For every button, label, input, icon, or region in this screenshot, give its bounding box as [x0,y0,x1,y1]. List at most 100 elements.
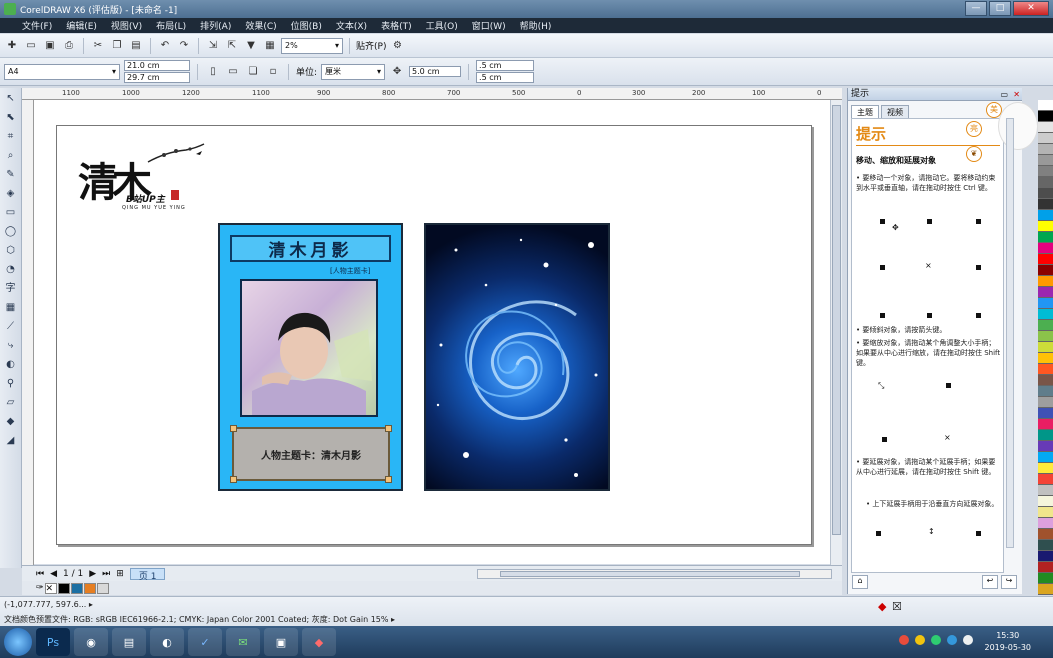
palette-swatch[interactable] [1038,529,1053,540]
qingmu-logo[interactable]: 清木 B站UP主 QING MU YUE YING [76,142,211,217]
menu-window[interactable]: 窗口(W) [472,19,506,32]
chrome-icon[interactable]: ◉ [74,628,108,656]
table-tool-icon[interactable]: ▦ [3,300,19,316]
freehand-tool-icon[interactable]: ✎ [3,167,19,183]
vertical-scroll-thumb[interactable] [832,105,841,535]
connector-tool-icon[interactable]: ⤷ [3,338,19,354]
horizontal-scroll-thumb[interactable] [500,571,800,577]
duplicate-y-field[interactable]: .5 cm [476,72,535,83]
docker-home-icon[interactable]: ⌂ [852,575,868,589]
menu-table[interactable]: 表格(T) [381,19,412,32]
swatch-black[interactable] [57,582,70,594]
menu-edit[interactable]: 编辑(E) [66,19,97,32]
palette-swatch[interactable] [1038,298,1053,309]
open-icon[interactable]: ▭ [23,38,39,54]
app-icon-7[interactable]: ▣ [264,628,298,656]
palette-swatch[interactable] [1038,199,1053,210]
palette-swatch[interactable] [1038,265,1053,276]
tab-videos[interactable]: 视频 [881,105,909,119]
portrait-icon[interactable]: ▯ [205,64,221,80]
palette-swatch[interactable] [1038,122,1053,133]
palette-swatch[interactable] [1038,166,1053,177]
next-page-icon[interactable]: ▶ [89,569,96,579]
fill-indicator-icon[interactable]: ◆ [878,600,886,613]
docker-forward-icon[interactable]: ↪ [1001,575,1017,589]
menu-tools[interactable]: 工具(O) [426,19,458,32]
maximize-button[interactable]: □ [989,1,1011,16]
dimension-tool-icon[interactable]: ⟋ [3,319,19,335]
outline-indicator-icon[interactable]: ☒ [892,600,902,613]
export-icon[interactable]: ⇱ [224,38,240,54]
shape-tool-icon[interactable]: ⬉ [3,110,19,126]
docker-close-icon[interactable]: ✕ [1013,88,1020,101]
vscode-icon[interactable]: ✓ [188,628,222,656]
palette-swatch[interactable] [1038,342,1053,353]
page-tab-1[interactable]: 页 1 [129,567,166,582]
paste-icon[interactable]: ▤ [128,38,144,54]
tray-icon-2[interactable] [915,635,925,645]
page-height-field[interactable]: 29.7 cm [124,72,190,83]
palette-swatch[interactable] [1038,430,1053,441]
menu-effects[interactable]: 效果(C) [245,19,276,32]
palette-swatch[interactable] [1038,232,1053,243]
docker-back-icon[interactable]: ↩ [982,575,998,589]
palette-swatch[interactable] [1038,221,1053,232]
palette-swatch[interactable] [1038,309,1053,320]
options-icon[interactable]: ⚙ [389,38,405,54]
close-button[interactable]: ✕ [1013,1,1049,16]
palette-swatch[interactable] [1038,419,1053,430]
menu-bitmaps[interactable]: 位图(B) [291,19,322,32]
volume-icon[interactable] [963,635,973,645]
last-page-icon[interactable]: ⏭ [102,569,110,579]
unit-select[interactable]: 厘米 ▾ [321,63,386,80]
landscape-icon[interactable]: ▭ [225,64,241,80]
galaxy-card[interactable] [424,223,610,491]
crop-tool-icon[interactable]: ⌗ [3,129,19,145]
app-launcher-icon[interactable]: ▦ [262,38,278,54]
palette-swatch[interactable] [1038,540,1053,551]
palette-swatch[interactable] [1038,364,1053,375]
palette-swatch[interactable] [1038,210,1053,221]
page-size-select[interactable]: A4 ▾ [4,63,120,80]
eyedropper-tool-icon[interactable]: ⚲ [3,376,19,392]
palette-swatch[interactable] [1038,287,1053,298]
palette-swatch[interactable] [1038,331,1053,342]
color-profile-info[interactable]: 文档颜色预置文件: RGB: sRGB IEC61966-2.1; CMYK: … [4,614,395,625]
menu-help[interactable]: 帮助(H) [520,19,552,32]
first-page-icon[interactable]: ⏮ [36,569,44,579]
vertical-scrollbar[interactable] [830,100,842,565]
palette-swatch[interactable] [1038,463,1053,474]
palette-swatch[interactable] [1038,188,1053,199]
copy-icon[interactable]: ❐ [109,38,125,54]
cut-icon[interactable]: ✂ [90,38,106,54]
character-card[interactable]: 清木月影 [人物主题卡] 人物主题卡：清木月影 [218,223,403,491]
menu-arrange[interactable]: 排列(A) [200,19,231,32]
polygon-tool-icon[interactable]: ⬡ [3,243,19,259]
pick-tool-icon[interactable]: ↖ [3,91,19,107]
undo-icon[interactable]: ↶ [157,38,173,54]
horizontal-ruler[interactable]: 1100 1000 1200 1100 900 800 700 500 0 30… [22,88,842,100]
tab-topics[interactable]: 主题 [851,105,879,119]
palette-swatch[interactable] [1038,133,1053,144]
wechat-icon[interactable]: ✉ [226,628,260,656]
eyedropper-icon[interactable]: ✑ [36,583,44,593]
text-tool-icon[interactable]: 字 [3,281,19,297]
coreldraw-taskbar-icon[interactable]: ◆ [302,628,336,656]
palette-swatch[interactable] [1038,177,1053,188]
print-icon[interactable]: ⎙ [61,38,77,54]
basic-shapes-icon[interactable]: ◔ [3,262,19,278]
palette-swatch[interactable] [1038,474,1053,485]
menu-layout[interactable]: 布局(L) [156,19,186,32]
palette-swatch[interactable] [1038,155,1053,166]
vertical-ruler[interactable] [22,100,34,565]
palette-swatch[interactable] [1038,375,1053,386]
publish-icon[interactable]: ▼ [243,38,259,54]
outline-tool-icon[interactable]: ▱ [3,395,19,411]
page-width-field[interactable]: 21.0 cm [124,60,190,71]
minimize-button[interactable]: — [965,1,987,16]
palette-swatch[interactable] [1038,562,1053,573]
palette-swatch[interactable] [1038,111,1053,122]
zoom-combo[interactable]: 2% ▾ [281,37,343,54]
tray-icon-1[interactable] [899,635,909,645]
rectangle-tool-icon[interactable]: ▭ [3,205,19,221]
